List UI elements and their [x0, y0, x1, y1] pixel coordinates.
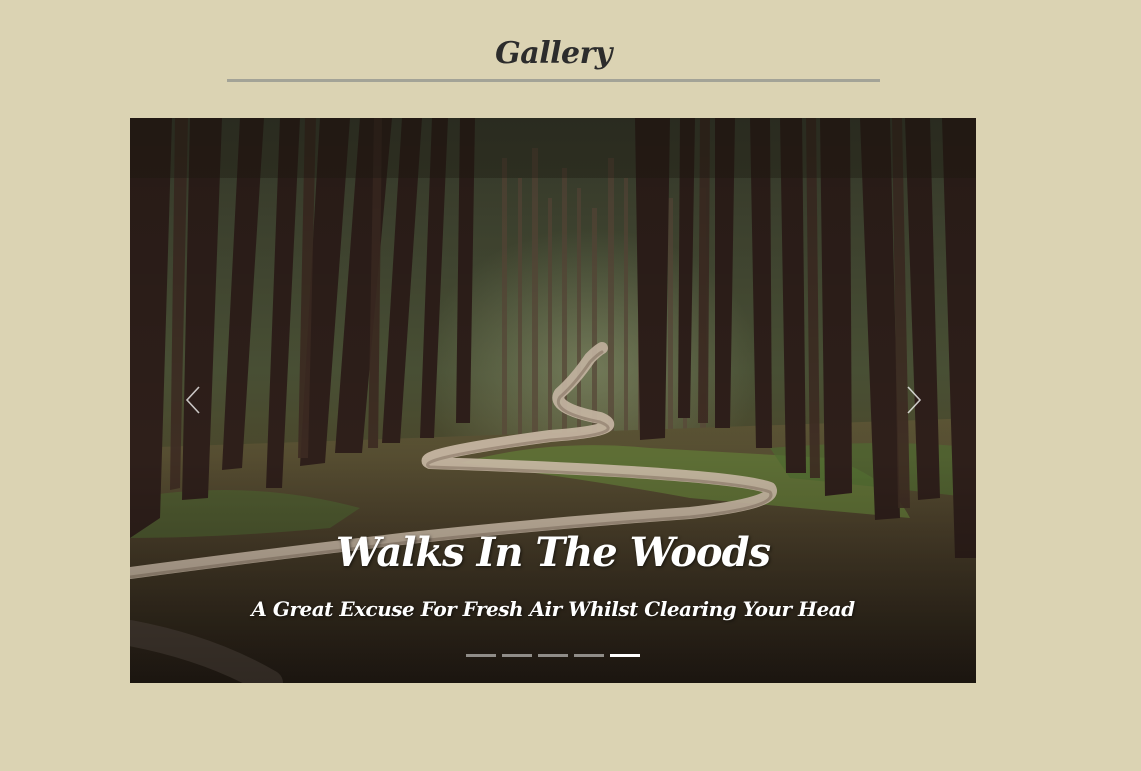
slide-caption-title: Walks In The Woods: [335, 529, 771, 576]
carousel-indicator[interactable]: [538, 654, 568, 657]
slide-caption-subtitle: A Great Excuse For Fresh Air Whilst Clea…: [251, 597, 855, 621]
image-carousel[interactable]: Walks In The Woods A Great Excuse For Fr…: [130, 118, 976, 683]
carousel-indicator[interactable]: [502, 654, 532, 657]
chevron-right-icon: [907, 386, 922, 414]
carousel-indicator[interactable]: [466, 654, 496, 657]
carousel-next-button[interactable]: [893, 380, 933, 420]
carousel-prev-button[interactable]: [174, 380, 214, 420]
carousel-indicator[interactable]: [574, 654, 604, 657]
carousel-indicator[interactable]: [610, 654, 640, 657]
chevron-left-icon: [185, 386, 200, 414]
page-title: Gallery: [495, 36, 612, 71]
title-divider: [227, 79, 880, 82]
carousel-indicators: [466, 653, 640, 659]
